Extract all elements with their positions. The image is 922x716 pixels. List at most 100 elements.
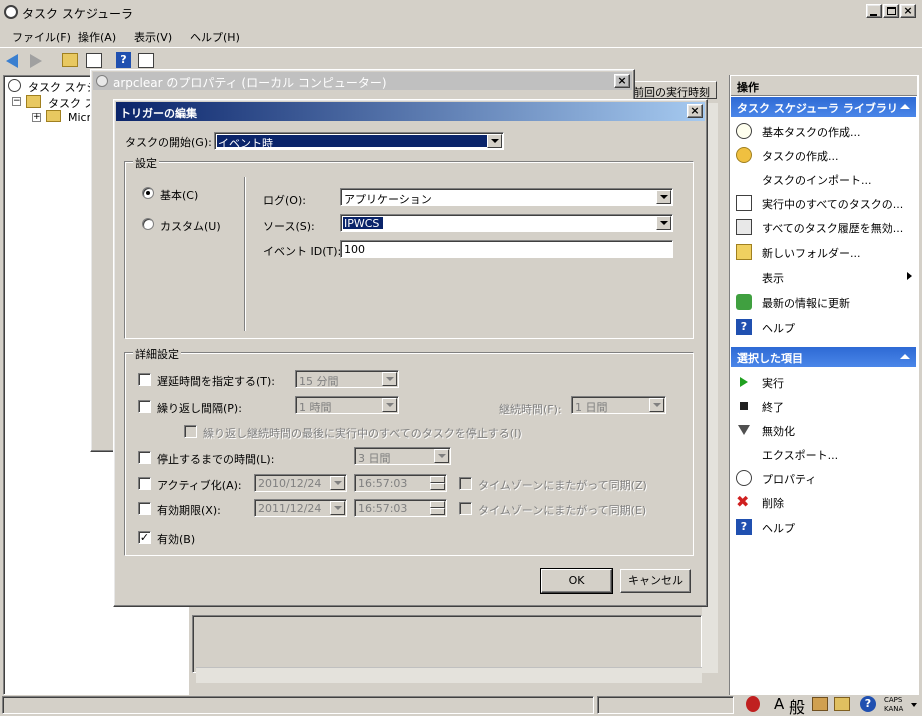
- chevron-down-icon[interactable]: [382, 398, 397, 412]
- show-hide-action-pane-icon[interactable]: [138, 53, 154, 68]
- collapse-icon[interactable]: −: [12, 97, 21, 106]
- folder-icon: [46, 110, 61, 122]
- repeat-select[interactable]: 1 時間: [295, 396, 399, 414]
- actions-header: 操作: [731, 76, 917, 96]
- repeat-label[interactable]: 繰り返し間隔(P):: [157, 400, 242, 416]
- help-icon[interactable]: ?: [116, 52, 131, 68]
- expire-date[interactable]: 2011/12/24: [254, 499, 347, 517]
- enabled-checkbox[interactable]: ✓: [138, 531, 151, 544]
- section-selected-header[interactable]: 選択した項目: [731, 347, 916, 367]
- submenu-arrow-icon: [907, 272, 912, 280]
- sync-tz-checkbox-2[interactable]: [459, 502, 472, 515]
- ime-tools-icon[interactable]: [834, 697, 850, 711]
- source-select[interactable]: IPWCS: [340, 214, 673, 232]
- spinner-icon[interactable]: [430, 476, 445, 490]
- expire-time[interactable]: 16:57:03: [354, 499, 447, 517]
- show-hide-tree-icon[interactable]: [86, 53, 102, 68]
- menu-view[interactable]: 表示(V): [134, 29, 172, 45]
- ime-mode[interactable]: 般: [789, 694, 805, 716]
- delay-select[interactable]: 15 分間: [295, 370, 399, 388]
- cancel-button[interactable]: キャンセル: [620, 569, 691, 593]
- spinner-icon[interactable]: [430, 501, 445, 515]
- chevron-down-icon[interactable]: [649, 398, 664, 412]
- properties-close-button[interactable]: ×: [614, 74, 630, 88]
- menu-action[interactable]: 操作(A): [78, 29, 116, 45]
- language-bar-icon[interactable]: [746, 696, 760, 712]
- horizontal-scrollbar[interactable]: [196, 667, 702, 683]
- chevron-down-icon[interactable]: [911, 703, 917, 707]
- clock-icon: [736, 470, 752, 486]
- help-icon: ?: [736, 519, 752, 535]
- radio-basic-label[interactable]: 基本(C): [160, 187, 198, 203]
- expire-label[interactable]: 有効期限(X):: [157, 502, 221, 518]
- chevron-down-icon[interactable]: [330, 476, 345, 490]
- activate-date[interactable]: 2010/12/24: [254, 474, 347, 492]
- repeat-checkbox[interactable]: [138, 400, 151, 413]
- stop-icon: [740, 402, 748, 410]
- expire-checkbox[interactable]: [138, 502, 151, 515]
- stop-after-label[interactable]: 停止するまでの時間(L):: [157, 451, 274, 467]
- activate-label[interactable]: アクティブ化(A):: [157, 477, 242, 493]
- ok-button[interactable]: OK: [540, 568, 613, 594]
- duration-label: 継続時間(F):: [499, 403, 562, 416]
- ime-a[interactable]: A: [774, 695, 784, 713]
- activate-time[interactable]: 16:57:03: [354, 474, 447, 492]
- log-label: ログ(O):: [263, 194, 306, 207]
- ime-help-icon[interactable]: ?: [860, 696, 876, 712]
- event-id-input[interactable]: 100: [340, 240, 673, 258]
- chevron-down-icon[interactable]: [656, 216, 671, 230]
- radio-custom[interactable]: [142, 218, 154, 230]
- trigger-titlebar: トリガーの編集 ×: [116, 102, 705, 121]
- radio-basic[interactable]: [142, 187, 154, 199]
- chevron-down-icon[interactable]: [382, 372, 397, 386]
- down-arrow-icon: [738, 425, 750, 435]
- duration-select[interactable]: 1 日間: [571, 396, 666, 414]
- delay-label[interactable]: 遅延時間を指定する(T):: [157, 373, 275, 389]
- log-select[interactable]: アプリケーション: [340, 188, 673, 206]
- forward-arrow-icon[interactable]: [30, 54, 42, 68]
- settings-group-title: 設定: [133, 155, 159, 171]
- clock-icon: [96, 75, 108, 87]
- properties-titlebar: arpclear のプロパティ (ローカル コンピューター) ×: [93, 72, 632, 90]
- stop-all-checkbox[interactable]: [184, 425, 197, 438]
- chevron-down-icon[interactable]: [656, 190, 671, 204]
- begin-select[interactable]: イベント時: [214, 132, 504, 150]
- sync-tz-label-2[interactable]: タイムゾーンにまたがって同期(E): [478, 502, 646, 518]
- maximize-button[interactable]: [883, 4, 899, 18]
- up-folder-icon[interactable]: [62, 53, 78, 67]
- chevron-down-icon[interactable]: [487, 134, 502, 148]
- kana-indicator: KANA: [884, 705, 904, 713]
- delay-checkbox[interactable]: [138, 373, 151, 386]
- new-folder-icon: [736, 244, 752, 260]
- back-arrow-icon[interactable]: [6, 54, 18, 68]
- status-cell-1: [2, 696, 594, 714]
- sync-tz-checkbox-1[interactable]: [459, 477, 472, 490]
- enabled-label[interactable]: 有効(B): [157, 531, 195, 547]
- menu-bar: ファイル(F) 操作(A) 表示(V) ヘルプ(H): [0, 25, 922, 45]
- settings-divider: [244, 177, 246, 331]
- menu-help[interactable]: ヘルプ(H): [190, 29, 240, 45]
- sync-tz-label-1[interactable]: タイムゾーンにまたがって同期(Z): [478, 477, 647, 493]
- task-clock-icon: [736, 147, 752, 163]
- stop-after-select[interactable]: 3 日間: [354, 447, 451, 465]
- radio-custom-label[interactable]: カスタム(U): [160, 218, 221, 234]
- chevron-down-icon[interactable]: [330, 501, 345, 515]
- chevron-down-icon[interactable]: [434, 449, 449, 463]
- action-view[interactable]: 表示: [736, 266, 912, 288]
- activate-checkbox[interactable]: [138, 477, 151, 490]
- status-bar: A 般 ? CAPS KANA: [0, 694, 922, 716]
- stop-after-checkbox[interactable]: [138, 451, 151, 464]
- begin-label: タスクの開始(G):: [125, 136, 212, 149]
- expand-icon[interactable]: +: [32, 113, 41, 122]
- event-id-label: イベント ID(T):: [263, 245, 342, 258]
- menu-file[interactable]: ファイル(F): [12, 29, 71, 45]
- clock-app-icon: [4, 5, 18, 19]
- trigger-close-button[interactable]: ×: [687, 104, 703, 118]
- ime-pad-icon[interactable]: [812, 697, 828, 711]
- source-label: ソース(S):: [263, 220, 315, 233]
- running-tasks-icon: [736, 195, 752, 211]
- minimize-button[interactable]: [866, 4, 882, 18]
- section-library-header[interactable]: タスク スケジューラ ライブラリ: [731, 97, 916, 117]
- stop-all-label[interactable]: 繰り返し継続時間の最後に実行中のすべてのタスクを停止する(I): [203, 425, 522, 441]
- close-button[interactable]: ×: [900, 4, 916, 18]
